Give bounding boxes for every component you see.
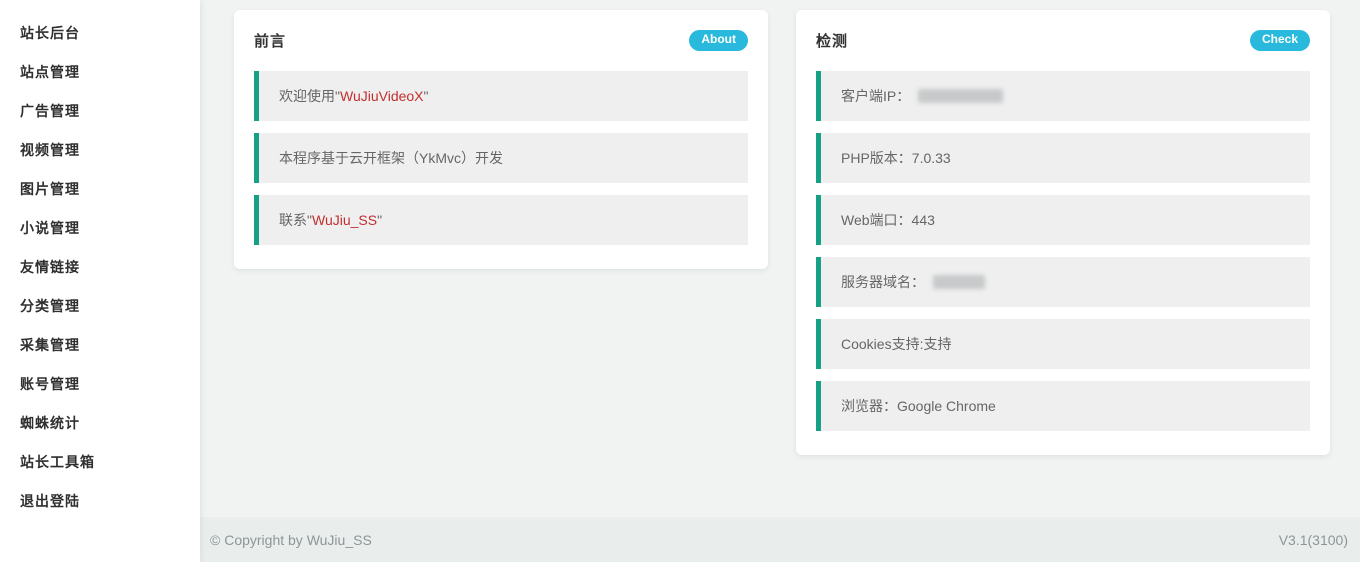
- redacted-ip-value: [918, 89, 1003, 103]
- about-item-contact: 联系"WuJiu_SS": [254, 195, 748, 245]
- sidebar-item-site-manage[interactable]: 站点管理: [0, 53, 200, 92]
- content-area: 前言 About 欢迎使用"WuJiuVideoX" 本程序基于云开框架（YkM…: [200, 0, 1360, 517]
- check-item-value: 7.0.33: [912, 150, 951, 166]
- check-item-value: 443: [912, 212, 935, 228]
- about-item-text: 欢迎使用"WuJiuVideoX": [279, 86, 429, 106]
- about-item-framework: 本程序基于云开框架（YkMvc）开发: [254, 133, 748, 183]
- check-item-browser: 浏览器：Google Chrome: [816, 381, 1310, 431]
- sidebar-item-friend-links[interactable]: 友情链接: [0, 248, 200, 287]
- check-item-cookies-support: Cookies支持: 支持: [816, 319, 1310, 369]
- check-item-label: Cookies支持:: [841, 334, 923, 354]
- about-badge: About: [689, 30, 748, 50]
- check-item-value: Google Chrome: [897, 398, 996, 414]
- redacted-domain-value: [933, 275, 985, 289]
- check-card: 检测 Check 客户端IP： PHP版本：7.0.33 Web端口：443 服…: [796, 10, 1330, 455]
- check-item-web-port: Web端口：443: [816, 195, 1310, 245]
- highlight-product-name: WuJiuVideoX: [340, 88, 424, 104]
- sidebar-nav: 站长后台 站点管理 广告管理 视频管理 图片管理 小说管理 友情链接 分类管理 …: [0, 0, 200, 562]
- about-card-title: 前言: [254, 30, 286, 51]
- sidebar-item-account-manage[interactable]: 账号管理: [0, 365, 200, 404]
- check-item-label: PHP版本：: [841, 148, 912, 168]
- sidebar-item-video-manage[interactable]: 视频管理: [0, 131, 200, 170]
- check-item-label: 客户端IP：: [841, 86, 910, 106]
- check-item-label: 服务器域名：: [841, 272, 925, 292]
- sidebar-item-category-manage[interactable]: 分类管理: [0, 287, 200, 326]
- about-item-text: 联系"WuJiu_SS": [279, 210, 382, 230]
- check-item-label: Web端口：: [841, 210, 912, 230]
- check-card-title: 检测: [816, 30, 848, 51]
- sidebar-item-image-manage[interactable]: 图片管理: [0, 170, 200, 209]
- about-item-welcome: 欢迎使用"WuJiuVideoX": [254, 71, 748, 121]
- app-window: 站长后台 站点管理 广告管理 视频管理 图片管理 小说管理 友情链接 分类管理 …: [0, 0, 1360, 562]
- highlight-author-name: WuJiu_SS: [312, 212, 377, 228]
- about-card-header: 前言 About: [254, 30, 748, 51]
- main-area: 前言 About 欢迎使用"WuJiuVideoX" 本程序基于云开框架（YkM…: [200, 0, 1360, 562]
- about-item-text: 本程序基于云开框架（YkMvc）开发: [279, 148, 503, 168]
- version-text: V3.1(3100): [1279, 532, 1348, 548]
- check-item-value: 支持: [923, 334, 951, 354]
- sidebar-item-logout[interactable]: 退出登陆: [0, 482, 200, 521]
- sidebar-item-webmaster-toolbox[interactable]: 站长工具箱: [0, 443, 200, 482]
- check-item-client-ip: 客户端IP：: [816, 71, 1310, 121]
- check-item-php-version: PHP版本：7.0.33: [816, 133, 1310, 183]
- sidebar-item-ad-manage[interactable]: 广告管理: [0, 92, 200, 131]
- check-item-label: 浏览器：: [841, 396, 897, 416]
- sidebar-item-novel-manage[interactable]: 小说管理: [0, 209, 200, 248]
- copyright-text: © Copyright by WuJiu_SS: [210, 532, 372, 548]
- footer: © Copyright by WuJiu_SS V3.1(3100): [200, 517, 1360, 562]
- sidebar-item-admin-home[interactable]: 站长后台: [0, 14, 200, 53]
- check-card-header: 检测 Check: [816, 30, 1310, 51]
- sidebar-item-spider-stats[interactable]: 蜘蛛统计: [0, 404, 200, 443]
- check-item-server-domain: 服务器域名：: [816, 257, 1310, 307]
- check-badge: Check: [1250, 30, 1310, 50]
- sidebar-item-collect-manage[interactable]: 采集管理: [0, 326, 200, 365]
- about-card: 前言 About 欢迎使用"WuJiuVideoX" 本程序基于云开框架（YkM…: [234, 10, 768, 269]
